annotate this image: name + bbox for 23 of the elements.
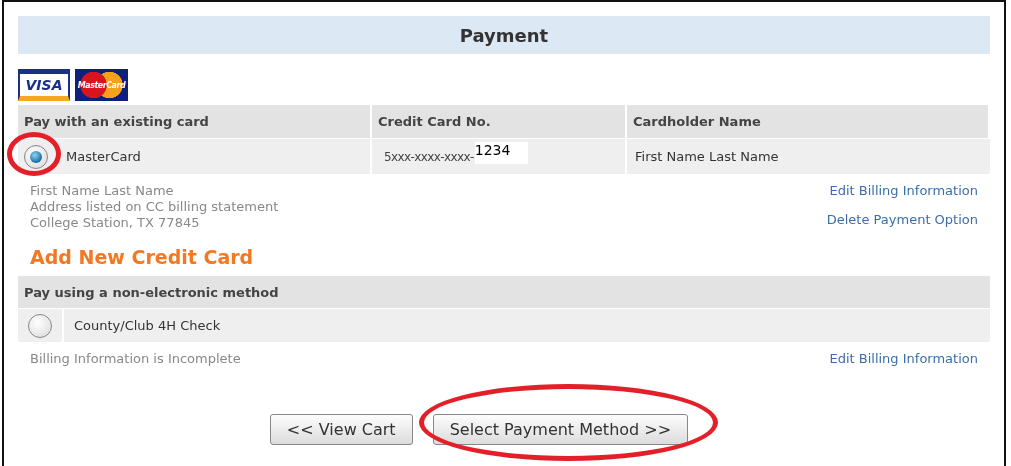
- address-line: College Station, TX 77845: [30, 215, 201, 231]
- column-header: Credit Card No.: [372, 105, 627, 138]
- link[interactable]: Edit Billing Information: [829, 183, 978, 198]
- section-header: Pay using a non-electronic method: [18, 276, 990, 308]
- column-header: Cardholder Name: [627, 105, 990, 138]
- status-text: Billing Information is Incomplete: [30, 351, 241, 366]
- card-number-label: 1234: [474, 141, 529, 164]
- link[interactable]: Delete Payment Option: [826, 212, 978, 227]
- card-logo: VISA: [18, 69, 70, 101]
- address-line: First Name Last Name: [30, 183, 175, 199]
- link[interactable]: Edit Billing Information: [829, 351, 978, 366]
- payment-option-label: County/Club 4H Check: [74, 318, 221, 333]
- section-title: Payment: [18, 16, 990, 54]
- add-card-link[interactable]: Add New Credit Card: [30, 246, 254, 268]
- nav-button[interactable]: Select Payment Method >>: [432, 414, 689, 445]
- card-type: MasterCard: [66, 149, 141, 164]
- card-number: 5xxx-xxxx-xxxx-: [384, 149, 474, 164]
- radio-button[interactable]: [28, 313, 52, 338]
- cardholder-name: First Name Last Name: [635, 149, 779, 164]
- nav-button[interactable]: << View Cart: [269, 414, 413, 445]
- column-header: Pay with an existing card: [18, 105, 372, 138]
- address-line: Address listed on CC billing statement: [30, 199, 279, 215]
- radio-button[interactable]: [24, 144, 48, 169]
